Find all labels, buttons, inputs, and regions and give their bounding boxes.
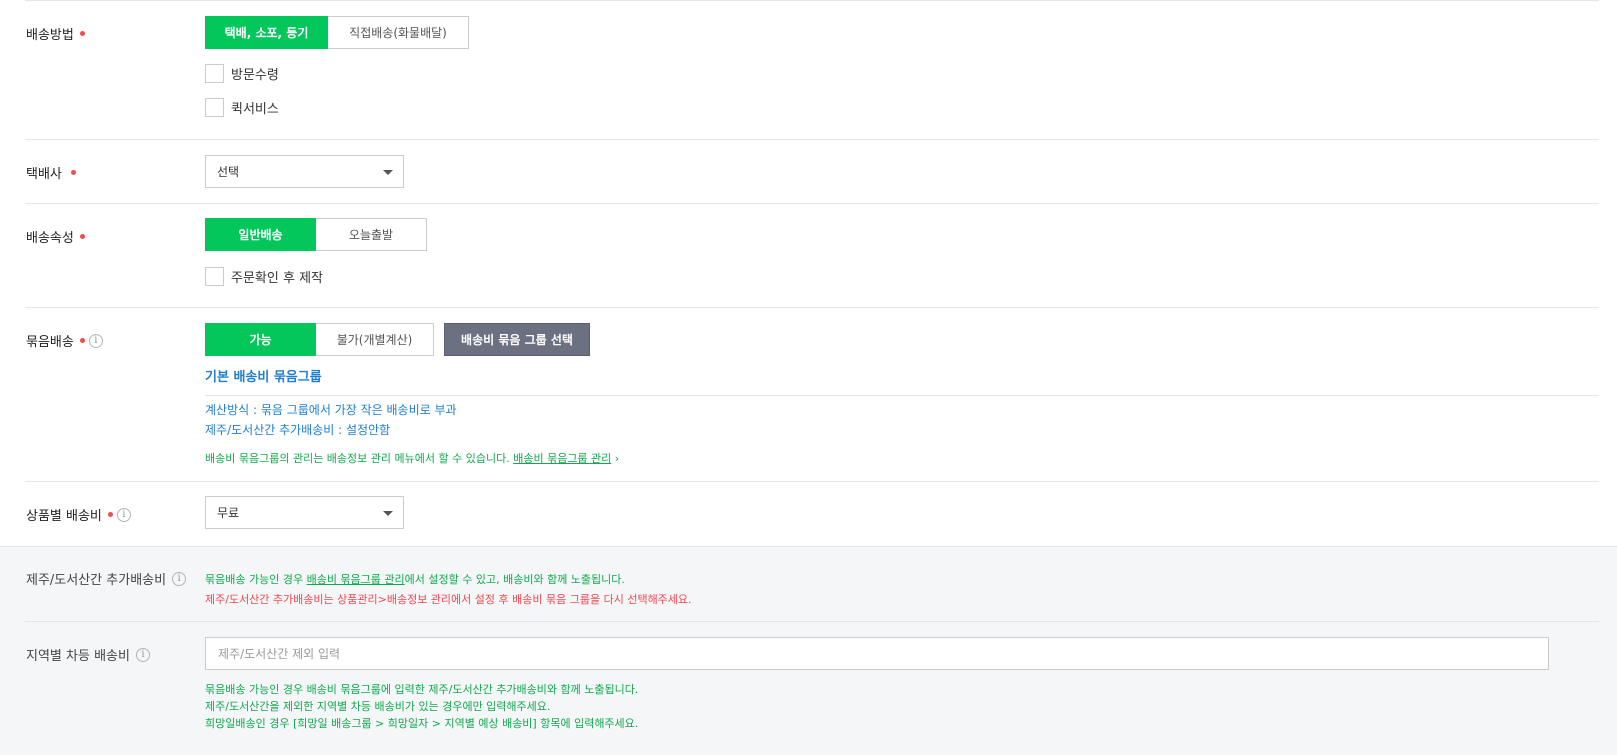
divider	[25, 307, 1599, 308]
regional-fee-label: 지역별 차등 배송비 i	[26, 645, 150, 664]
required-dot-icon	[107, 512, 113, 517]
info-icon[interactable]: i	[135, 647, 150, 662]
option-bundle-impossible-button[interactable]: 불가(개별계산)	[316, 323, 434, 356]
regional-fee-input[interactable]: 제주/도서산간 제외 입력	[205, 637, 1549, 670]
info-icon[interactable]: i	[172, 571, 187, 586]
product-fee-select[interactable]: 무료	[205, 496, 404, 529]
chevron-down-icon	[383, 170, 393, 175]
courier-label: 택배사	[26, 163, 76, 182]
jeju-fee-note: 묶음배송 가능인 경우 배송비 묶음그룹 관리에서 설정할 수 있고, 배송비와…	[205, 573, 625, 586]
required-dot-icon	[70, 170, 76, 175]
regional-fee-note: 묶음배송 가능인 경우 배송비 묶음그룹에 입력한 제주/도서산간 추가배송비와…	[205, 683, 639, 696]
bundle-group-manage-link[interactable]: 배송비 묶음그룹 관리	[513, 452, 611, 465]
divider	[25, 0, 1599, 1]
jeju-fee-label: 제주/도서산간 추가배송비 i	[26, 569, 187, 588]
divider	[25, 481, 1599, 482]
regional-fee-note: 제주/도서산간을 제외한 지역별 차등 배송비가 있는 경우에만 입력해주세요.	[205, 700, 551, 713]
bundle-shipping-label: 묶음배송 i	[26, 331, 103, 350]
made-to-order-checkbox[interactable]: 주문확인 후 제작	[205, 267, 323, 286]
shipping-attr-label: 배송속성	[26, 227, 85, 246]
option-direct-delivery-button[interactable]: 직접배송(화물배달)	[328, 16, 469, 49]
jeju-extra-text: 제주/도서산간 추가배송비 : 설정안함	[205, 423, 391, 437]
bundle-group-manage-link[interactable]: 배송비 묶음그룹 관리	[307, 573, 405, 586]
required-dot-icon	[79, 234, 85, 239]
option-normal-shipping-button[interactable]: 일반배송	[205, 218, 316, 251]
chevron-right-icon: ›	[614, 452, 620, 465]
shipping-settings-form: 배송방법 택배, 소포, 등기 직접배송(화물배달) 방문수령 퀵서비스 택배사…	[0, 0, 1617, 755]
regional-fee-note: 희망일배송인 경우 [희망일 배송그룹 > 희망일자 > 지역별 예상 배송비]…	[205, 717, 639, 730]
checkbox-box[interactable]	[205, 64, 224, 83]
shipping-attr-segmented: 일반배송 오늘출발	[205, 218, 427, 251]
checkbox-box[interactable]	[205, 267, 224, 286]
chevron-down-icon	[383, 511, 393, 516]
required-dot-icon	[79, 31, 85, 36]
divider	[0, 546, 1617, 547]
jeju-fee-warning: 제주/도서산간 추가배송비는 상품관리>배송정보 관리에서 설정 후 배송비 묶…	[205, 593, 692, 606]
divider	[25, 203, 1599, 204]
courier-select[interactable]: 선택	[205, 155, 404, 188]
option-parcel-button[interactable]: 택배, 소포, 등기	[205, 16, 328, 49]
info-icon[interactable]: i	[88, 333, 103, 348]
divider	[25, 139, 1599, 140]
info-icon[interactable]: i	[116, 507, 131, 522]
divider	[205, 395, 1599, 396]
shipping-method-label: 배송방법	[26, 24, 85, 43]
option-bundle-possible-button[interactable]: 가능	[205, 323, 316, 356]
product-fee-label: 상품별 배송비 i	[26, 505, 131, 524]
bundle-manage-note: 배송비 묶음그룹의 관리는 배송정보 관리 메뉴에서 할 수 있습니다. 배송비…	[205, 452, 620, 465]
bundle-group-name: 기본 배송비 묶음그룹	[205, 370, 322, 385]
bundle-shipping-segmented: 가능 불가(개별계산)	[205, 323, 434, 356]
shipping-method-segmented: 택배, 소포, 등기 직접배송(화물배달)	[205, 16, 469, 49]
visit-pickup-checkbox[interactable]: 방문수령	[205, 64, 279, 83]
divider	[25, 621, 1599, 622]
select-bundle-group-button[interactable]: 배송비 묶음 그룹 선택	[444, 323, 590, 356]
required-dot-icon	[79, 338, 85, 343]
checkbox-box[interactable]	[205, 98, 224, 117]
quick-service-checkbox[interactable]: 퀵서비스	[205, 98, 279, 117]
calc-method-text: 계산방식 : 묶음 그룹에서 가장 작은 배송비로 부과	[205, 403, 457, 417]
option-today-dispatch-button[interactable]: 오늘출발	[316, 218, 427, 251]
